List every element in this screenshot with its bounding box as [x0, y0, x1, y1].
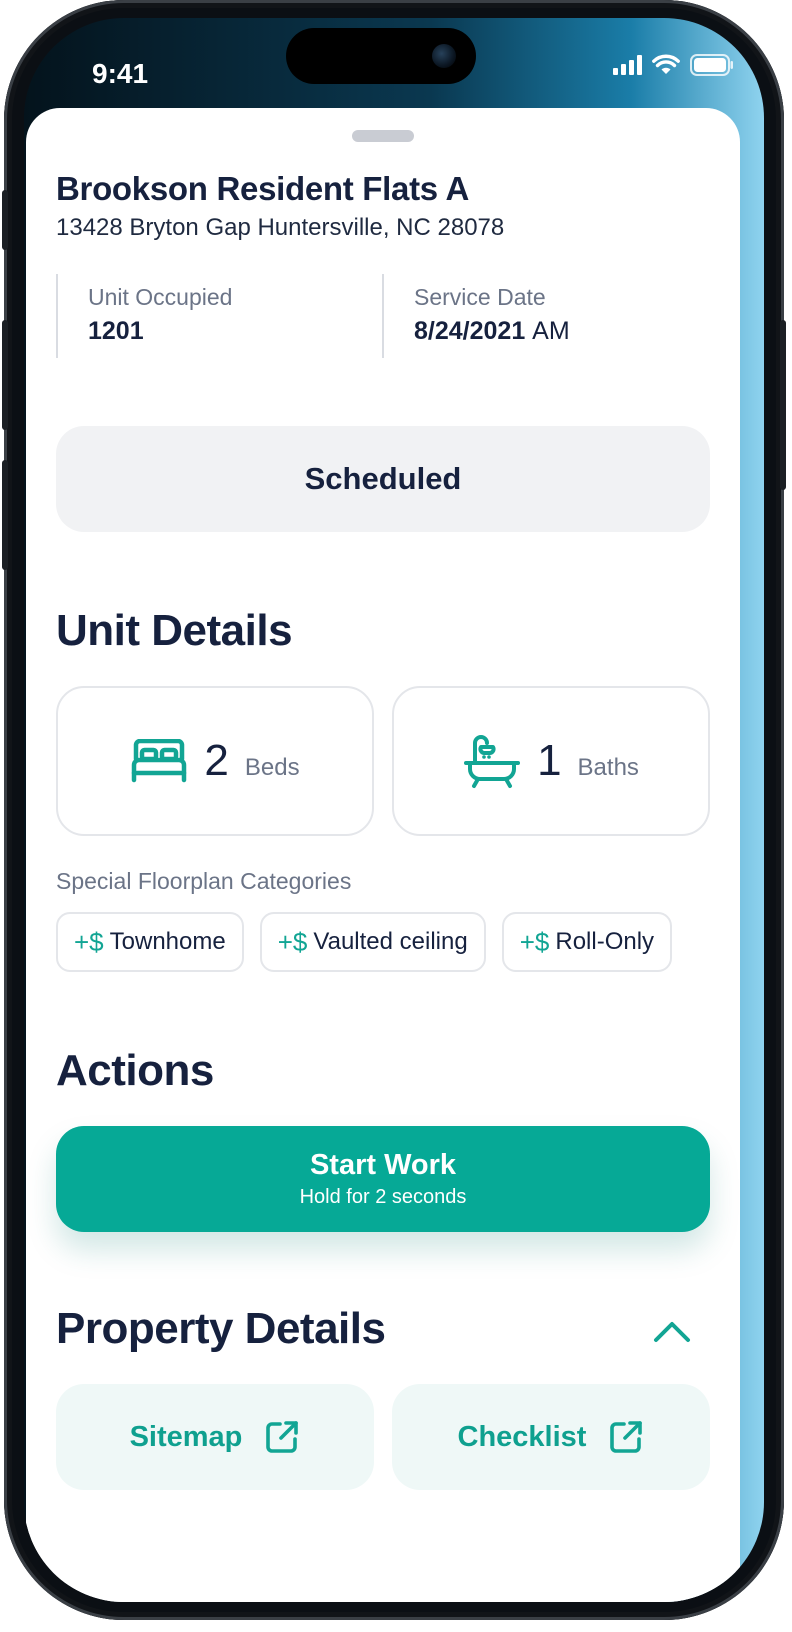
floorplan-category-list: +$ Townhome +$ Vaulted ceiling +$ Roll-O…: [56, 912, 673, 972]
unit-occupied-value: 1201: [88, 317, 144, 345]
phone-frame: 9:41 Brookson Resident Flats A 13428 Bry…: [2, 0, 786, 1620]
category-label: Roll-Only: [555, 928, 655, 955]
beds-card: 2 Beds: [56, 686, 374, 836]
dynamic-island: [286, 28, 476, 84]
checklist-link-button[interactable]: Checklist: [392, 1384, 710, 1490]
service-date-label: Service Date: [414, 284, 546, 310]
baths-count: 1: [537, 736, 562, 785]
external-link-icon: [610, 1421, 643, 1453]
external-link-icon: [266, 1421, 299, 1453]
front-camera-icon: [432, 44, 456, 68]
service-date-suffix: AM: [532, 317, 570, 345]
sheet-grabber-handle[interactable]: [352, 130, 414, 142]
category-chip-roll-only[interactable]: +$ Roll-Only: [501, 912, 673, 972]
start-work-label: Start Work: [309, 1149, 457, 1181]
sitemap-link-button[interactable]: Sitemap: [56, 1384, 374, 1490]
bottom-safe-area: [26, 1508, 740, 1602]
property-name: Brookson Resident Flats A: [56, 170, 470, 207]
baths-unit-label: Baths: [577, 754, 639, 781]
baths-card: 1 Baths: [392, 686, 710, 836]
start-work-button[interactable]: Start Work Hold for 2 seconds: [56, 1126, 710, 1232]
bathtub-icon: [464, 735, 521, 788]
unit-details-title: Unit Details: [56, 606, 293, 655]
start-work-hint: Hold for 2 seconds: [299, 1186, 467, 1208]
unit-occupied-label: Unit Occupied: [88, 284, 233, 310]
bed-icon: [132, 739, 187, 783]
category-chip-vaulted-ceiling[interactable]: +$ Vaulted ceiling: [259, 912, 486, 972]
unit-occupied-block: Unit Occupied 1201: [56, 274, 376, 358]
service-date-value: 8/24/2021 AM: [414, 317, 712, 346]
battery-icon: [690, 54, 733, 76]
side-button-volume-down: [2, 460, 8, 570]
beds-unit-label: Beds: [244, 754, 300, 781]
status-badge: Scheduled: [56, 426, 710, 532]
category-label: Vaulted ceiling: [313, 928, 468, 955]
wifi-icon: [652, 54, 680, 74]
add-cost-icon: +$: [277, 926, 308, 957]
property-address: 13428 Bryton Gap Huntersville, NC 28078: [56, 214, 505, 241]
status-icons: [613, 54, 734, 76]
category-label: Townhome: [109, 928, 226, 955]
add-cost-icon: +$: [74, 926, 104, 957]
sitemap-label: Sitemap: [129, 1420, 243, 1453]
actions-title: Actions: [56, 1046, 214, 1095]
category-chip-townhome[interactable]: +$ Townhome: [56, 912, 244, 972]
phone-screen: 9:41 Brookson Resident Flats A 13428 Bry…: [24, 18, 764, 1602]
service-date-block: Service Date 8/24/2021 AM: [382, 274, 712, 358]
property-details-title: Property Details: [56, 1304, 386, 1353]
service-date: 8/24/2021: [414, 317, 526, 345]
special-floorplan-label: Special Floorplan Categories: [56, 868, 352, 894]
status-time: 9:41: [92, 58, 149, 89]
side-button-mute: [2, 190, 8, 250]
side-button-volume-up: [2, 320, 8, 430]
bottom-sheet: Brookson Resident Flats A 13428 Bryton G…: [26, 108, 740, 1602]
beds-count: 2: [204, 736, 229, 785]
chevron-up-icon[interactable]: [652, 1316, 692, 1346]
signal-icon: [613, 55, 642, 75]
add-cost-icon: +$: [519, 926, 550, 957]
checklist-label: Checklist: [457, 1420, 587, 1453]
side-button-power: [780, 320, 786, 490]
